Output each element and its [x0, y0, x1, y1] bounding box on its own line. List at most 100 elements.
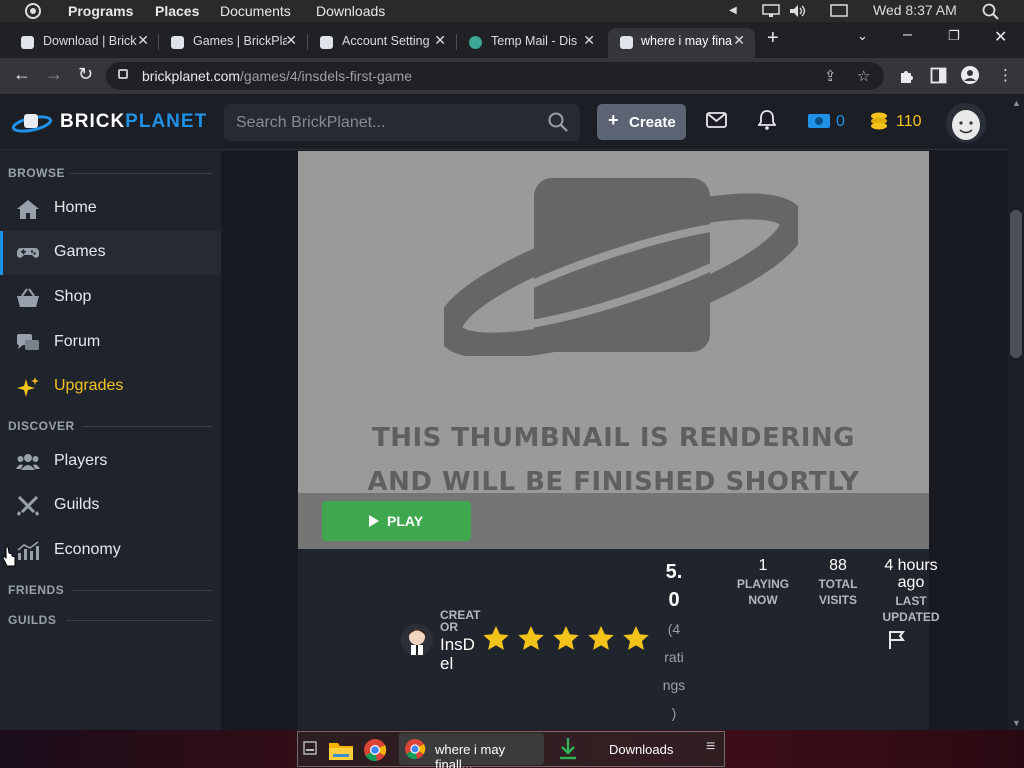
back-arrow-icon[interactable]: ← — [13, 64, 31, 85]
tab-title: Games | BrickPla — [193, 34, 287, 48]
tab-temp-mail[interactable]: Temp Mail - Dis ✕ — [469, 28, 597, 58]
sidebar-item-upgrades[interactable]: Upgrades — [0, 365, 221, 409]
reload-icon[interactable]: ↻ — [78, 64, 93, 85]
brickplanet-logo[interactable]: BRICKPLANET — [12, 108, 212, 136]
swords-icon — [16, 495, 40, 516]
taskbar-menu-icon[interactable]: ≡ — [706, 738, 715, 768]
scroll-up-icon[interactable]: ▲ — [1012, 98, 1021, 108]
show-desktop-icon[interactable] — [303, 741, 317, 768]
page-scrollbar[interactable]: ▲ ▼ — [1008, 94, 1024, 730]
sidebar-item-home[interactable]: Home — [0, 187, 221, 231]
browser-tab-strip: Download | Brick ✕ Games | BrickPla ✕ Ac… — [0, 22, 1024, 58]
window-close-icon[interactable]: ✕ — [994, 27, 1007, 47]
close-tab-icon[interactable]: ✕ — [285, 32, 297, 49]
taskbar-downloads-window[interactable]: Downloads — [550, 733, 690, 765]
sidebar-item-forum[interactable]: Forum — [0, 321, 221, 365]
sidebar-label: Players — [54, 452, 108, 469]
rating-value: 5. 0 — [665, 561, 683, 611]
new-tab-plus-icon[interactable]: + — [767, 27, 779, 50]
credits-balance[interactable]: 0 — [836, 113, 845, 131]
stat-label: LAST UPDATED — [882, 594, 940, 624]
browser-toolbar: ← → ↻ brickplanet.com/games/4/insdels-fi… — [0, 58, 1024, 94]
minimize-icon[interactable]: – — [903, 26, 912, 44]
creator-name-link[interactable]: InsD el — [440, 635, 484, 673]
star-icon — [588, 626, 614, 650]
volume-icon[interactable] — [788, 3, 806, 19]
search-icon[interactable] — [982, 3, 999, 20]
chrome-icon[interactable] — [363, 738, 387, 768]
thumbnail-rendering-line-1: THIS THUMBNAIL IS RENDERING — [371, 423, 856, 453]
tab-games[interactable]: Games | BrickPla ✕ — [171, 28, 299, 58]
forward-arrow-icon[interactable]: → — [45, 64, 63, 85]
tab-title: Download | Brick — [43, 34, 137, 48]
restore-icon[interactable]: ❐ — [948, 28, 960, 44]
bookmark-star-icon[interactable]: ☆ — [857, 67, 870, 85]
star-icon — [623, 626, 649, 650]
user-avatar[interactable] — [946, 103, 986, 143]
tray-arrow-icon[interactable]: ◀ — [729, 5, 737, 16]
close-tab-icon[interactable]: ✕ — [434, 32, 446, 49]
sidebar-item-economy[interactable]: Economy — [0, 529, 221, 573]
close-tab-icon[interactable]: ✕ — [137, 32, 149, 49]
play-icon — [369, 515, 379, 527]
sidebar-item-players[interactable]: Players — [0, 440, 221, 484]
basket-icon — [17, 288, 39, 307]
menu-documents[interactable]: Documents — [220, 3, 291, 19]
bits-coin-icon[interactable] — [869, 111, 889, 131]
credits-icon[interactable] — [807, 113, 831, 129]
planet-logo-icon — [12, 114, 53, 133]
users-icon — [16, 454, 40, 470]
notifications-tray-icon[interactable] — [830, 4, 848, 18]
close-tab-icon[interactable]: ✕ — [583, 32, 595, 49]
create-button[interactable]: + Create — [597, 104, 686, 140]
extensions-puzzle-icon[interactable] — [898, 67, 915, 84]
taskbar-window-title: where i may finall... — [435, 742, 506, 768]
stat-label: PLAYING NOW — [736, 577, 790, 607]
tab-account-settings[interactable]: Account Setting ✕ — [320, 28, 448, 58]
close-tab-icon[interactable]: ✕ — [733, 32, 745, 49]
tab-download[interactable]: Download | Brick ✕ — [21, 28, 151, 58]
os-logo-icon[interactable] — [25, 3, 41, 19]
tab-title: Temp Mail - Dis — [491, 34, 578, 48]
search-input[interactable] — [236, 104, 536, 141]
search-icon[interactable] — [548, 112, 568, 132]
sidebar-item-shop[interactable]: Shop — [0, 276, 221, 320]
profile-icon[interactable] — [961, 66, 979, 84]
browser-menu-icon[interactable]: ⋮ — [998, 66, 1013, 84]
tab-search-chevron-icon[interactable]: ⌄ — [857, 28, 868, 44]
menu-programs[interactable]: Programs — [68, 3, 133, 19]
play-button[interactable]: PLAY — [322, 501, 471, 541]
sidebar: BROWSE Home Games Shop Forum Upgrades DI… — [0, 151, 221, 730]
brickplanet-favicon-icon — [620, 36, 633, 49]
rendering-placeholder-planet-icon — [444, 178, 798, 356]
file-manager-folder-icon[interactable] — [328, 739, 354, 768]
url-text[interactable]: brickplanet.com/games/4/insdels-first-ga… — [142, 68, 412, 84]
sidebar-item-guilds[interactable]: Guilds — [0, 484, 221, 528]
side-panel-icon[interactable] — [930, 67, 947, 84]
site-search — [224, 104, 580, 141]
scrollbar-thumb[interactable] — [1010, 210, 1022, 358]
menu-downloads[interactable]: Downloads — [316, 3, 385, 19]
game-thumbnail: THIS THUMBNAIL IS RENDERING AND WILL BE … — [298, 151, 929, 549]
brickplanet-favicon-icon — [320, 36, 333, 49]
network-icon[interactable] — [762, 4, 780, 18]
tab-title: where i may fina — [641, 34, 733, 48]
chart-icon — [17, 541, 39, 560]
scroll-down-icon[interactable]: ▼ — [1012, 718, 1021, 728]
report-flag-icon[interactable] — [887, 630, 907, 650]
star-icon — [518, 626, 544, 650]
address-bar[interactable]: brickplanet.com/games/4/insdels-first-ga… — [106, 62, 884, 90]
creator-avatar[interactable] — [401, 624, 433, 656]
tab-current[interactable]: where i may fina ✕ — [608, 28, 755, 58]
notifications-bell-icon[interactable] — [758, 110, 776, 130]
browse-header: BROWSE — [8, 166, 65, 180]
bits-balance[interactable]: 110 — [896, 113, 922, 131]
taskbar-chrome-window[interactable]: where i may finall... — [399, 733, 544, 768]
home-icon — [17, 200, 39, 219]
menu-places[interactable]: Places — [155, 3, 199, 19]
sidebar-item-games[interactable]: Games — [0, 231, 221, 275]
clock[interactable]: Wed 8:37 AM — [873, 2, 957, 18]
share-icon[interactable]: ⇪ — [824, 67, 837, 85]
messages-envelope-icon[interactable] — [706, 112, 727, 128]
lock-icon[interactable] — [118, 69, 128, 79]
